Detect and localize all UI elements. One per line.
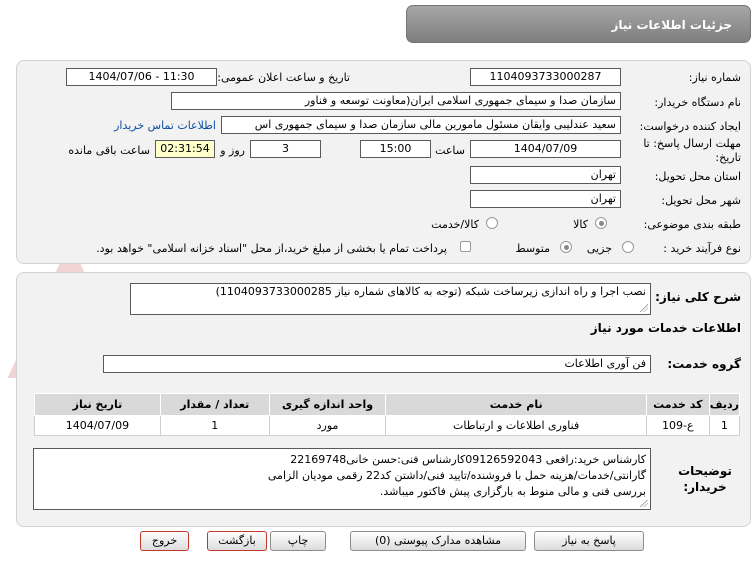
requester-label: ایجاد کننده درخواست: [639,120,741,133]
resize-grip-icon[interactable] [640,499,648,507]
deadline-label: مهلت ارسال پاسخ: تا تاریخ: [643,137,741,164]
need-number-field: 1104093733000287 [470,68,621,86]
resize-grip-icon[interactable] [640,304,648,312]
payment-note: پرداخت تمام یا بخشی از مبلغ خرید،از محل … [96,242,447,255]
back-button[interactable]: بازگشت [207,531,267,551]
city-field: تهران [470,190,621,208]
cell-service-name: فناوری اطلاعات و ارتباطات [385,415,647,436]
category-label: طبقه بندی موضوعی: [643,218,741,231]
process-minor-radio[interactable] [622,241,634,253]
attachments-button[interactable]: مشاهده مدارک پیوستی (0) [350,531,526,551]
page-title: جزئیات اطلاعات نیاز [611,18,732,32]
cell-service-code: ع-109 [645,415,710,436]
header-tab: جزئیات اطلاعات نیاز [406,5,751,43]
process-label: نوع فرآیند خرید : [663,242,741,255]
category-goods-service-label: کالا/خدمت [431,218,479,231]
deadline-time-label: ساعت [435,144,465,157]
table-header-row: ردیف کد خدمت نام خدمت واحد اندازه گیری ت… [34,393,741,416]
buyer-notes-textarea[interactable]: کارشناس خرید:رافعی 09126592043کارشناس فن… [33,448,651,510]
buyer-notes-line-3: بررسی فنی و مالی منوط به بارگزاری پیش فا… [379,485,646,498]
services-table: ردیف کد خدمت نام خدمت واحد اندازه گیری ت… [34,393,741,436]
col-header-row-number: ردیف [708,393,741,416]
province-label: استان محل تحویل: [654,170,741,183]
process-medium-label: متوسط [515,242,550,255]
services-heading: اطلاعات خدمات مورد نیاز [590,321,741,335]
process-minor-label: جزیی [586,242,612,255]
announce-datetime-label: تاریخ و ساعت اعلان عمومی: [217,71,350,84]
days-label: روز و [220,144,245,157]
summary-label: شرح کلی نیاز: [655,290,741,304]
province-field: تهران [470,166,621,184]
service-group-field: فن آوری اطلاعات [103,355,651,373]
category-goods-service-radio[interactable] [486,217,498,229]
col-header-unit: واحد اندازه گیری [268,393,387,416]
remaining-time-label: ساعت باقی مانده [68,144,150,157]
exit-button[interactable]: خروج [140,531,189,551]
treasury-payment-checkbox[interactable] [460,241,471,252]
buyer-notes-label: توضیحات خریدار: [678,464,732,494]
buyer-notes-line-1: کارشناس خرید:رافعی 09126592043کارشناس فن… [290,453,646,466]
table-row: 1 ع-109 فناوری اطلاعات و ارتباطات مورد 1… [34,415,741,436]
col-header-need-date: تاریخ نیاز [34,393,161,416]
buyer-org-label: نام دستگاه خریدار: [654,96,741,109]
col-header-service-name: نام خدمت [385,393,647,416]
buyer-org-field: سازمان صدا و سیمای جمهوری اسلامی ایران(م… [171,92,621,110]
buyer-notes-line-2: گارانتی/خدمات/هزینه حمل با فروشنده/تایید… [267,469,646,482]
header: جزئیات اطلاعات نیاز [0,0,755,46]
category-goods-label: کالا [573,218,588,231]
summary-text: نصب اجرا و راه اندازی زیرساخت شبکه (توجه… [215,285,646,298]
requester-field: سعید عندلیبی وایقان مسئول مامورین مالی س… [221,116,621,134]
deadline-time-field: 15:00 [360,140,431,158]
service-group-label: گروه خدمت: [667,357,741,371]
col-header-service-code: کد خدمت [645,393,710,416]
buyer-contact-link[interactable]: اطلاعات تماس خریدار [114,119,216,132]
category-goods-radio[interactable] [595,217,607,229]
summary-textarea[interactable]: نصب اجرا و راه اندازی زیرساخت شبکه (توجه… [130,283,651,315]
need-number-label: شماره نیاز: [688,71,741,84]
process-medium-radio[interactable] [560,241,572,253]
cell-row-number: 1 [708,415,741,436]
cell-unit: مورد [268,415,387,436]
print-button[interactable]: چاپ [270,531,326,551]
reply-button[interactable]: پاسخ به نیاز [534,531,644,551]
city-label: شهر محل تحویل: [661,194,741,207]
announce-datetime-field: 1404/07/06 - 11:30 [66,68,217,86]
cell-need-date: 1404/07/09 [34,415,161,436]
col-header-quantity: تعداد / مقدار [159,393,270,416]
deadline-date-field: 1404/07/09 [470,140,621,158]
cell-quantity: 1 [159,415,270,436]
remaining-time-field: 02:31:54 [155,140,215,158]
days-field: 3 [250,140,321,158]
